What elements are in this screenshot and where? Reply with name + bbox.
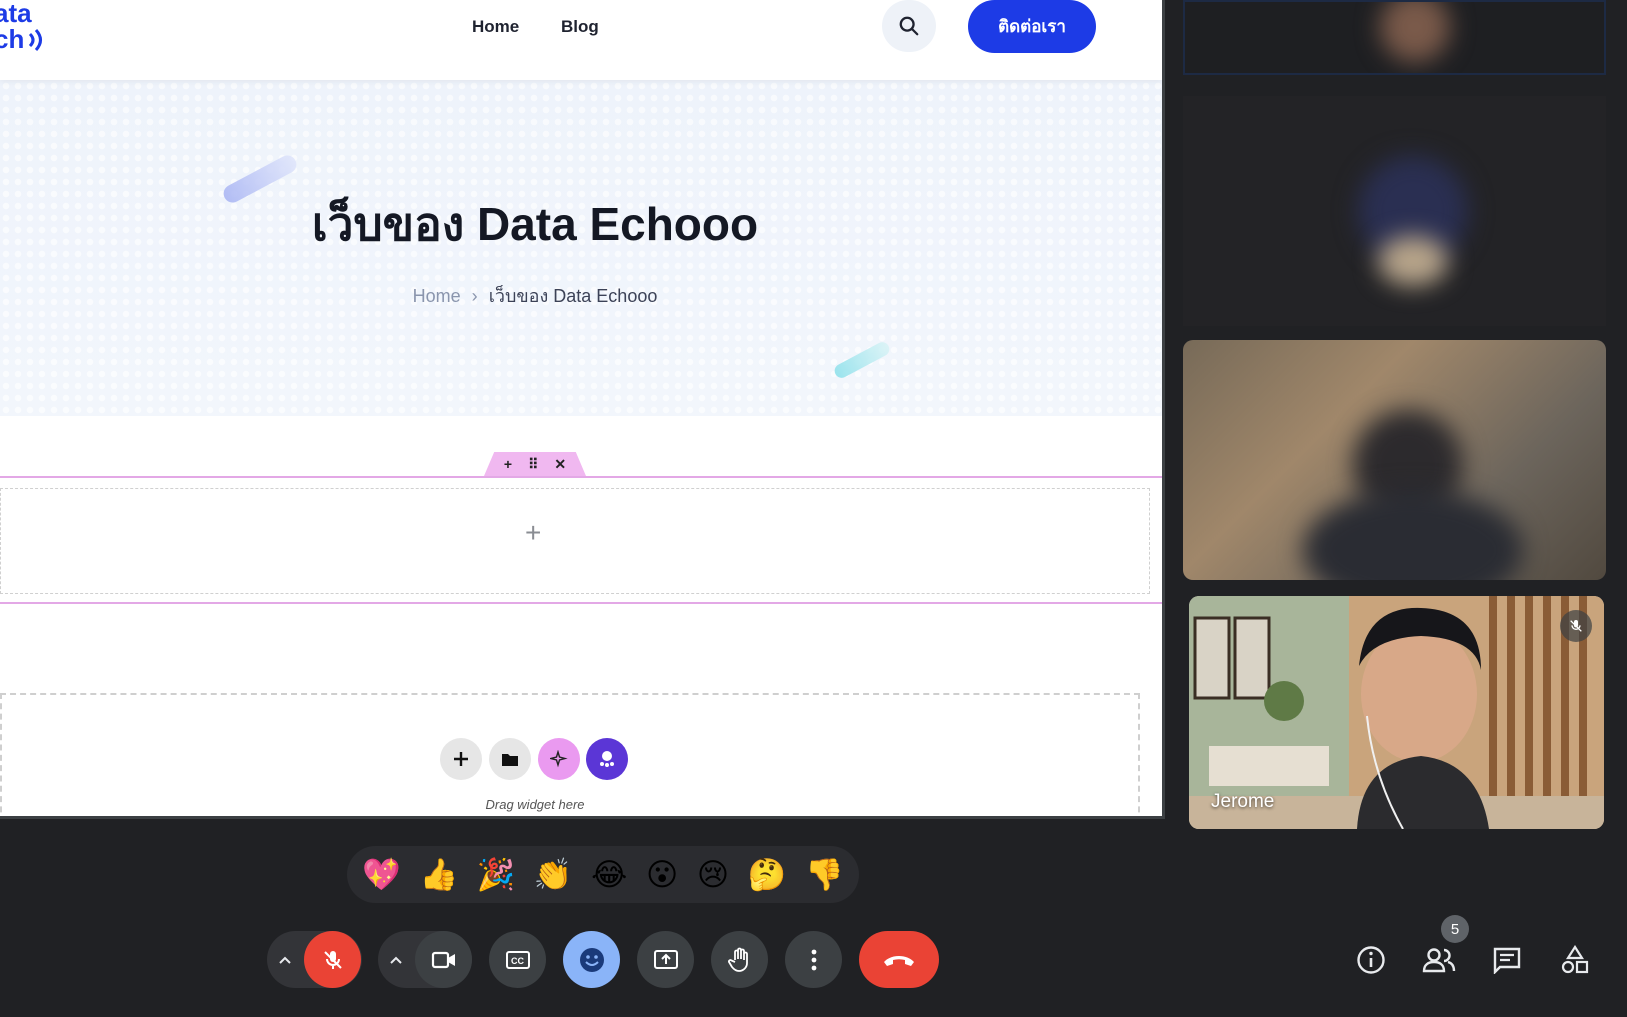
people-count-badge: 5 [1441,915,1469,943]
end-call-button[interactable] [859,931,939,988]
data-echo-logo[interactable]: ata ch [0,0,54,56]
add-new-section-button[interactable] [440,738,482,780]
raise-hand-button[interactable] [711,931,768,988]
drag-handle-icon[interactable]: ⠿ [528,456,538,473]
breadcrumb: Home › เว็บของ Data Echooo [0,281,1070,310]
shared-screen: ata ch Home Blog ติดต่อเรา เว็บของ Data … [0,0,1165,819]
nav-blog[interactable]: Blog [561,17,599,37]
captions-button[interactable]: CC [489,931,546,988]
present-button[interactable] [637,931,694,988]
hang-up-icon [884,955,914,966]
meeting-info-button[interactable] [1351,940,1391,980]
plus-icon [454,752,468,766]
folder-icon [502,754,518,766]
participant-name: Jerome [1211,791,1275,812]
plugin-icon [600,751,614,767]
site-header: ata ch Home Blog ติดต่อเรา [0,0,1162,80]
svg-text:CC: CC [511,956,524,966]
chat-button[interactable] [1487,940,1527,980]
hero-banner: เว็บของ Data Echooo Home › เว็บของ Data … [0,80,1162,416]
close-section-icon[interactable]: ✕ [554,456,566,473]
chevron-up-icon [279,956,291,964]
participant-tile[interactable] [1183,96,1606,326]
reaction-thumbs-down[interactable]: 👎 [805,856,844,893]
participant-video [1380,2,1450,62]
section-column[interactable]: + [0,488,1150,594]
participant-avatar [1378,236,1448,286]
camera-toggle-button[interactable] [415,931,472,988]
participant-tile-blurred[interactable] [1183,340,1606,580]
activities-button[interactable] [1555,940,1595,980]
sparkle-icon [550,750,568,768]
people-icon [1422,948,1456,973]
reaction-tears-of-joy[interactable]: 😂 [591,857,627,893]
hand-icon [727,947,748,972]
section-toolbar: + ⠿ ✕ [484,452,586,476]
svg-text:ch: ch [0,24,24,54]
more-options-button[interactable] [785,931,842,988]
info-icon [1357,946,1385,974]
reactions-bar: 💖 👍 🎉 👏 😂 😮 😢 🤔 👎 [347,846,859,903]
activities-shapes-icon [1561,945,1589,974]
participant-tile-active[interactable] [1183,0,1606,75]
add-section-icon[interactable]: + [504,456,512,472]
add-widget-icon[interactable]: + [525,517,541,549]
participant-tile-self[interactable]: Jerome [1189,596,1604,829]
contact-button[interactable]: ติดต่อเรา [968,0,1096,53]
reaction-thumbs-up[interactable]: 👍 [420,856,459,893]
people-button[interactable] [1419,940,1459,980]
reaction-surprised[interactable]: 😮 [646,857,678,893]
mic-off-icon [323,950,342,969]
reaction-crying[interactable]: 😢 [697,857,729,893]
participant-video [1303,490,1523,580]
chevron-up-icon [390,956,402,964]
videocam-icon [431,951,455,968]
chat-icon [1493,947,1521,974]
present-screen-icon [653,949,678,969]
reaction-clapping[interactable]: 👏 [534,856,573,893]
search-icon [899,16,919,36]
search-button[interactable] [882,0,936,52]
drag-widget-label: Drag widget here [485,797,585,812]
nav-home[interactable]: Home [472,17,519,37]
reaction-thinking[interactable]: 🤔 [748,856,787,893]
more-vert-icon [811,949,816,970]
closed-captions-icon: CC [505,950,530,969]
reactions-button[interactable] [563,931,620,988]
mic-off-icon [1560,610,1592,642]
mic-options-button[interactable] [267,955,303,965]
reaction-party-popper[interactable]: 🎉 [477,856,516,893]
reaction-sparkling-heart[interactable]: 💖 [362,856,401,893]
page-title: เว็บของ Data Echooo [311,198,759,250]
breadcrumb-home[interactable]: Home [413,286,461,306]
plugin-button[interactable] [586,738,628,780]
mic-toggle-button[interactable] [304,931,361,988]
smiley-icon [579,947,604,972]
breadcrumb-current: เว็บของ Data Echooo [488,286,658,306]
chevron-right-icon: › [471,286,478,306]
camera-options-button[interactable] [378,955,414,965]
editor-section[interactable]: + [0,476,1162,604]
template-library-button[interactable] [489,738,531,780]
ai-button[interactable] [538,738,580,780]
